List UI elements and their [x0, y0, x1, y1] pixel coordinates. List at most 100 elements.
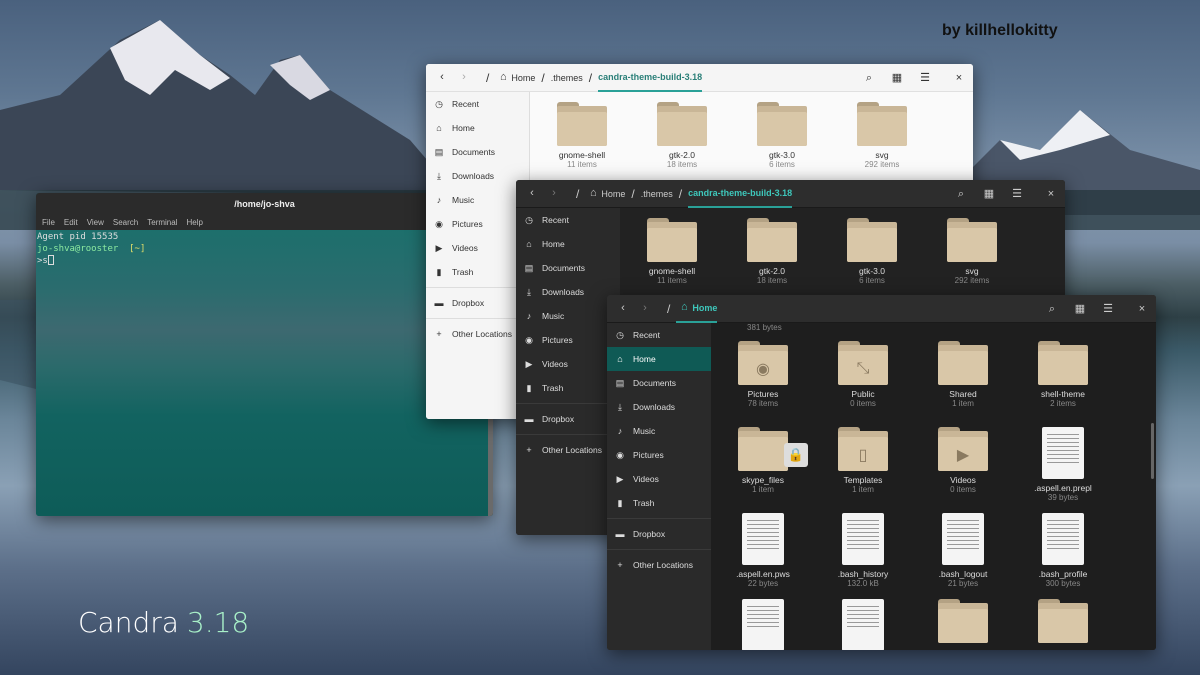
sidebar-item-home[interactable]: ⌂ Home	[607, 347, 711, 371]
sidebar-item-dropbox[interactable]: ▬ Dropbox	[516, 407, 620, 431]
item-count: 292 items	[864, 160, 900, 169]
folder-item[interactable]: svg 292 items	[927, 218, 1017, 285]
sidebar-item-downloads[interactable]: ⤓ Downloads	[516, 280, 620, 304]
search-icon[interactable]: ⌕	[861, 70, 877, 86]
menu-help[interactable]: Help	[186, 218, 202, 227]
sidebar-item-videos[interactable]: ▶ Videos	[607, 467, 711, 491]
sidebar-item-documents[interactable]: ▤ Documents	[426, 140, 529, 164]
folder-item[interactable]: 🔒 skype_files 1 item	[718, 427, 808, 494]
hamburger-menu-icon[interactable]: ☰	[917, 70, 933, 86]
grid-view-icon[interactable]: ▦	[889, 70, 905, 86]
sidebar-label: Dropbox	[542, 414, 575, 424]
chevron-left-icon[interactable]: ‹	[615, 301, 631, 317]
folder-item[interactable]: gtk-2.0 18 items	[637, 102, 727, 169]
sidebar-item-recent[interactable]: ◷ Recent	[426, 92, 529, 116]
hamburger-menu-icon[interactable]: ☰	[1009, 186, 1025, 202]
sidebar-item-documents[interactable]: ▤ Documents	[516, 256, 620, 280]
sidebar-item-other-locations[interactable]: + Other Locations	[426, 322, 529, 346]
sidebar-item-recent[interactable]: ◷ Recent	[607, 323, 711, 347]
trash-icon: ▮	[436, 266, 442, 277]
chevron-left-icon[interactable]: ‹	[524, 186, 540, 202]
crumb-themes[interactable]: .themes	[641, 189, 673, 199]
search-icon[interactable]: ⌕	[1044, 301, 1060, 317]
crumb-home[interactable]: Home	[511, 73, 535, 83]
folder-item[interactable]: ⤡ Public 0 items	[818, 341, 908, 408]
terminal-input-line[interactable]: >s	[37, 255, 492, 267]
sidebar-item-downloads[interactable]: ⤓ Downloads	[607, 395, 711, 419]
sidebar-item-pictures[interactable]: ◉ Pictures	[516, 328, 620, 352]
sidebar-item-home[interactable]: ⌂ Home	[516, 232, 620, 256]
file-item[interactable]: .bash_logout 21 bytes	[918, 513, 1008, 588]
folder-item[interactable]: ▯ Templates 1 item	[818, 427, 908, 494]
menu-terminal[interactable]: Terminal	[147, 218, 177, 227]
sidebar-item-trash[interactable]: ▮ Trash	[607, 491, 711, 515]
item-count: 21 bytes	[947, 579, 979, 588]
chevron-left-icon[interactable]: ‹	[434, 70, 450, 86]
folder-item[interactable]: gtk-2.0 18 items	[727, 218, 817, 285]
crumb-current[interactable]: ⌂ Home	[676, 295, 718, 323]
file-item[interactable]	[718, 599, 808, 650]
chevron-right-icon[interactable]: ›	[637, 301, 653, 317]
chevron-right-icon[interactable]: ›	[456, 70, 472, 86]
folder-item[interactable]: shell-theme 2 items	[1018, 341, 1108, 408]
folder-item[interactable]: ◉ Pictures 78 items	[718, 341, 808, 408]
folder-item[interactable]: gtk-3.0 6 items	[737, 102, 827, 169]
home-files-window[interactable]: ‹ › / ⌂ Home ⌕ ▦ ☰ × ◷ Recent ⌂ Home ▤ Docum…	[607, 295, 1156, 650]
close-icon[interactable]: ×	[951, 70, 967, 86]
scrollbar-thumb[interactable]	[1151, 423, 1154, 479]
sidebar-item-trash[interactable]: ▮ Trash	[426, 260, 529, 284]
folder-item[interactable]	[918, 599, 1008, 643]
sidebar-item-pictures[interactable]: ◉ Pictures	[426, 212, 529, 236]
sidebar-item-home[interactable]: ⌂ Home	[426, 116, 529, 140]
chevron-right-icon[interactable]: ›	[546, 186, 562, 202]
crumb-home[interactable]: Home	[601, 189, 625, 199]
grid-view-icon[interactable]: ▦	[981, 186, 997, 202]
search-icon[interactable]: ⌕	[953, 186, 969, 202]
close-icon[interactable]: ×	[1043, 186, 1059, 202]
menu-file[interactable]: File	[42, 218, 55, 227]
document-icon: ▤	[524, 262, 534, 273]
close-icon[interactable]: ×	[1134, 301, 1150, 317]
folder-item[interactable]: svg 292 items	[837, 102, 927, 169]
folder-item[interactable]: gtk-3.0 6 items	[827, 218, 917, 285]
sidebar-item-trash[interactable]: ▮ Trash	[516, 376, 620, 400]
file-item[interactable]: .aspell.en.prepl 39 bytes	[1018, 427, 1108, 502]
file-item[interactable]: .bash_history 132.0 kB	[818, 513, 908, 588]
crumb-current[interactable]: candra-theme-build-3.18	[598, 64, 703, 92]
file-item[interactable]: .aspell.en.pws 22 bytes	[718, 513, 808, 588]
folder-item[interactable]: Shared 1 item	[918, 341, 1008, 408]
crumb-current[interactable]: candra-theme-build-3.18	[688, 180, 793, 208]
terminal-window[interactable]: /home/jo-shva File Edit View Search Term…	[36, 193, 493, 516]
sidebar-item-music[interactable]: ♪ Music	[516, 304, 620, 328]
grid-view-icon[interactable]: ▦	[1072, 301, 1088, 317]
sidebar-item-documents[interactable]: ▤ Documents	[607, 371, 711, 395]
file-item[interactable]	[818, 599, 908, 650]
sidebar-item-dropbox[interactable]: ▬ Dropbox	[426, 291, 529, 315]
terminal-output[interactable]: Agent pid 15535 jo-shva@rooster [~] >s	[36, 230, 493, 516]
sidebar-item-videos[interactable]: ▶ Videos	[516, 352, 620, 376]
headerbar: ‹ › / ⌂ Home / .themes / candra-theme-build…	[426, 64, 973, 92]
sidebar-item-music[interactable]: ♪ Music	[426, 188, 529, 212]
item-name: gtk-3.0	[859, 266, 885, 276]
menu-edit[interactable]: Edit	[64, 218, 78, 227]
sidebar-label: Downloads	[542, 287, 585, 297]
sidebar-item-downloads[interactable]: ⤓ Downloads	[426, 164, 529, 188]
sidebar-item-other-locations[interactable]: + Other Locations	[607, 553, 711, 577]
folder-item[interactable]: ▶ Videos 0 items	[918, 427, 1008, 494]
sidebar-item-music[interactable]: ♪ Music	[607, 419, 711, 443]
file-item[interactable]: .bash_profile 300 bytes	[1018, 513, 1108, 588]
sidebar-item-recent[interactable]: ◷ Recent	[516, 208, 620, 232]
folder-item[interactable]	[1018, 599, 1108, 643]
folder-item[interactable]: gnome-shell 11 items	[627, 218, 717, 285]
crumb-themes[interactable]: .themes	[551, 73, 583, 83]
folder-item[interactable]: gnome-shell 11 items	[537, 102, 627, 169]
sidebar-item-pictures[interactable]: ◉ Pictures	[607, 443, 711, 467]
hamburger-menu-icon[interactable]: ☰	[1100, 301, 1116, 317]
menu-search[interactable]: Search	[113, 218, 138, 227]
sidebar-item-other-locations[interactable]: + Other Locations	[516, 438, 620, 462]
clock-icon: ◷	[435, 98, 443, 109]
sidebar-item-dropbox[interactable]: ▬ Dropbox	[607, 522, 711, 546]
sidebar-label: Dropbox	[633, 529, 666, 539]
sidebar-item-videos[interactable]: ▶ Videos	[426, 236, 529, 260]
menu-view[interactable]: View	[87, 218, 104, 227]
